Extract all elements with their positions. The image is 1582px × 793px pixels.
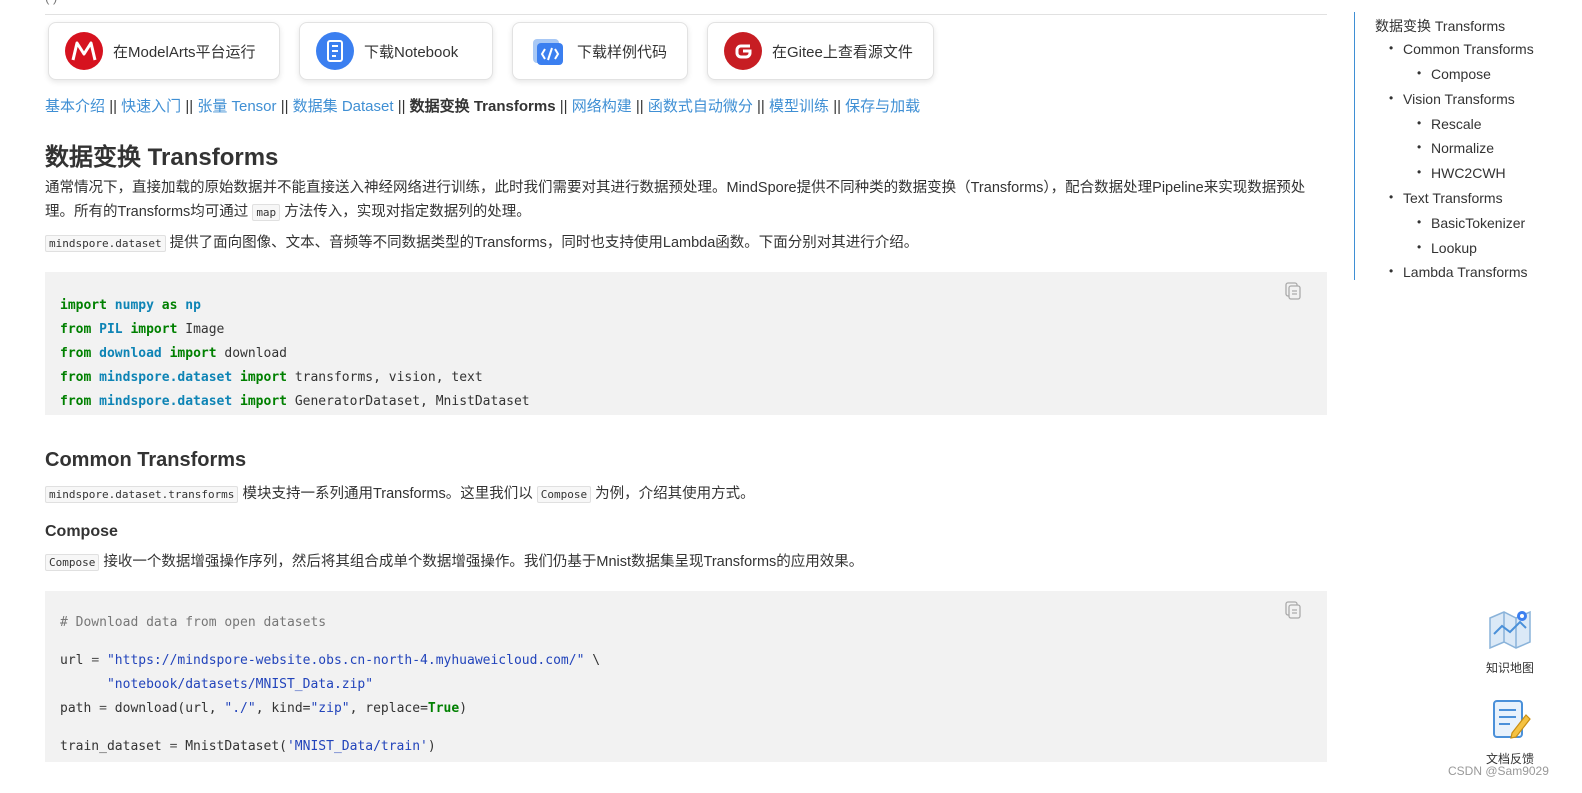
code-line: train_dataset = MnistDataset('MNIST_Data… xyxy=(60,739,436,754)
code-line: from download import download xyxy=(60,346,288,361)
crumb-autograd[interactable]: 函数式自动微分 xyxy=(648,98,753,115)
code-line: "notebook/datasets/MNIST_Data.zip" xyxy=(106,677,374,692)
inline-code-transforms: mindspore.dataset.transforms xyxy=(45,486,239,503)
crumb-training[interactable]: 模型训练 xyxy=(769,98,829,115)
code-line: from PIL import Image xyxy=(60,322,225,337)
crumb-network[interactable]: 网络构建 xyxy=(572,98,632,115)
code-line: from mindspore.dataset import GeneratorD… xyxy=(60,394,530,409)
toc-item-compose[interactable]: Compose xyxy=(1417,66,1491,82)
table-of-contents: 数据变换 Transforms Common Transforms Compos… xyxy=(1354,12,1565,280)
intro-paragraph-2: mindspore.dataset 提供了面向图像、文本、音频等不同数据类型的T… xyxy=(45,231,1330,256)
download-notebook-label: 下载Notebook xyxy=(364,43,459,61)
feedback-icon xyxy=(1493,700,1531,739)
crumb-save-load[interactable]: 保存与加载 xyxy=(845,98,920,115)
intro-text-a: 通常情况下，直接加载的原始数据并不能直接送入神经网络进行训练，此时我们需要对其进… xyxy=(45,180,1306,220)
section-heading-compose: Compose xyxy=(45,523,118,540)
crumb-current-transforms: 数据变换 Transforms xyxy=(409,98,556,115)
toc-item-normalize[interactable]: Normalize xyxy=(1417,140,1494,156)
crumb-separator: || xyxy=(757,98,765,115)
crumb-separator: || xyxy=(397,98,406,115)
top-divider xyxy=(45,14,1327,15)
intro-text-c: 提供了面向图像、文本、音频等不同数据类型的Transforms，同时也支持使用L… xyxy=(169,235,919,251)
code-line: # Download data from open datasets xyxy=(60,615,327,630)
crumb-tensor[interactable]: 张量 Tensor xyxy=(197,98,276,115)
page-title: 数据变换 Transforms xyxy=(45,144,279,171)
crumb-separator: || xyxy=(635,98,644,115)
common-paragraph: mindspore.dataset.transforms 模块支持一系列通用Tr… xyxy=(45,482,1330,507)
code-icon xyxy=(529,32,567,70)
crumb-separator: || xyxy=(559,98,568,115)
action-button-row: 在ModelArts平台运行 下载Notebook 下载样例代码 在Gitee上… xyxy=(48,22,934,80)
code-block-download: # Download data from open datasets url =… xyxy=(45,591,1327,762)
code-line: url = "https://mindspore-website.obs.cn-… xyxy=(60,653,601,668)
crumb-basic-intro[interactable]: 基本介绍 xyxy=(45,98,105,115)
code-line: path = download(url, "./", kind="zip", r… xyxy=(60,701,468,716)
download-sample-code-button[interactable]: 下载样例代码 xyxy=(512,22,688,80)
toc-item-lambda-transforms[interactable]: Lambda Transforms xyxy=(1389,264,1527,280)
crumb-separator: || xyxy=(280,98,289,115)
notebook-icon xyxy=(316,32,354,70)
crumb-quick-start[interactable]: 快速入门 xyxy=(121,98,181,115)
code-line: import numpy as np xyxy=(60,298,201,313)
inline-code-dataset: mindspore.dataset xyxy=(45,235,166,252)
intro-text-b: 方法传入，实现对指定数据列的处理。 xyxy=(284,204,531,220)
breadcrumb: 基本介绍 || 快速入门 || 张量 Tensor || 数据集 Dataset… xyxy=(45,95,920,116)
code-block-imports: import numpy as np from PIL import Image… xyxy=(45,272,1327,415)
gitee-icon xyxy=(724,32,762,70)
inline-code-compose: Compose xyxy=(45,554,100,571)
view-on-gitee-button[interactable]: 在Gitee上查看源文件 xyxy=(707,22,934,80)
view-on-gitee-label: 在Gitee上查看源文件 xyxy=(772,43,913,61)
knowledge-map-label: 知识地图 xyxy=(1485,661,1534,675)
copy-icon[interactable] xyxy=(1285,601,1301,619)
crumb-dataset[interactable]: 数据集 Dataset xyxy=(293,98,394,115)
compose-text: 接收一个数据增强操作序列，然后将其组合成单个数据增强操作。我们仍基于Mnist数… xyxy=(103,554,864,570)
toc-item-common-transforms[interactable]: Common Transforms xyxy=(1389,41,1534,57)
intro-paragraph-1: 通常情况下，直接加载的原始数据并不能直接送入神经网络进行训练，此时我们需要对其进… xyxy=(45,176,1330,225)
common-text-a: 模块支持一系列通用Transforms。这里我们以 xyxy=(242,486,533,502)
run-on-modelarts-button[interactable]: 在ModelArts平台运行 xyxy=(48,22,280,80)
section-heading-common: Common Transforms xyxy=(45,449,247,471)
copy-icon[interactable] xyxy=(1285,282,1301,300)
crumb-separator: || xyxy=(833,98,841,115)
crumb-separator: || xyxy=(109,98,117,115)
download-notebook-button[interactable]: 下载Notebook xyxy=(299,22,493,80)
crumb-separator: || xyxy=(185,98,194,115)
run-on-modelarts-label: 在ModelArts平台运行 xyxy=(113,43,256,61)
doc-feedback-button[interactable]: 文档反馈 xyxy=(1485,695,1535,767)
toc-item-rescale[interactable]: Rescale xyxy=(1417,116,1481,132)
download-sample-code-label: 下载样例代码 xyxy=(577,43,668,61)
toc-item-hwc2cwh[interactable]: HWC2CWH xyxy=(1417,165,1506,181)
inline-code-map: map xyxy=(252,204,281,221)
toc-title[interactable]: 数据变换 Transforms xyxy=(1375,16,1505,36)
common-text-b: 为例，介绍其使用方式。 xyxy=(595,486,755,502)
toc-item-basictokenizer[interactable]: BasicTokenizer xyxy=(1417,215,1525,231)
cut-off-text: ( ) xyxy=(45,0,57,5)
toc-item-vision-transforms[interactable]: Vision Transforms xyxy=(1389,91,1515,107)
map-icon xyxy=(1489,610,1531,650)
knowledge-map-button[interactable]: 知识地图 xyxy=(1485,604,1535,676)
modelarts-icon xyxy=(65,32,103,70)
code-line: from mindspore.dataset import transforms… xyxy=(60,370,483,385)
watermark: CSDN @Sam9029 xyxy=(1448,764,1549,778)
compose-paragraph: Compose 接收一个数据增强操作序列，然后将其组合成单个数据增强操作。我们仍… xyxy=(45,550,1330,575)
toc-item-text-transforms[interactable]: Text Transforms xyxy=(1389,190,1503,206)
inline-code-compose: Compose xyxy=(536,486,592,503)
toc-item-lookup[interactable]: Lookup xyxy=(1417,240,1477,256)
